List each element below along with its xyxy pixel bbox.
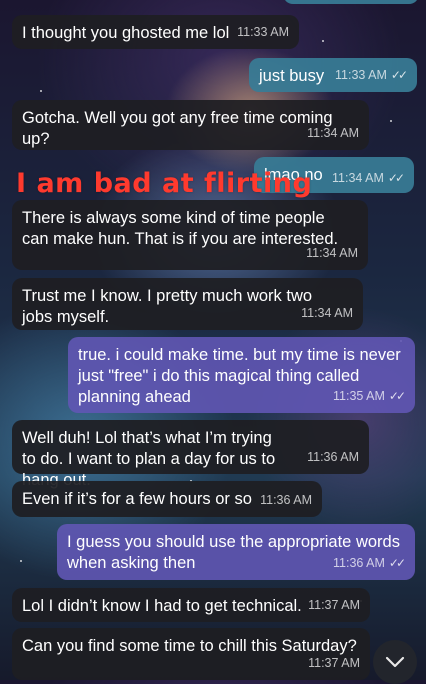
scroll-to-bottom-button[interactable] <box>373 640 417 684</box>
message-text: Even if it’s for a few hours or so <box>22 490 252 508</box>
message-time: 11:36 AM <box>260 493 312 507</box>
message-text: just busy <box>259 67 325 85</box>
message-time: 11:34 AM <box>332 171 384 185</box>
message-time: 11:35 AM <box>333 389 385 403</box>
chevron-down-icon <box>385 656 405 668</box>
message-time: 11:34 AM <box>301 306 353 320</box>
message-text: Can you find some time to chill this Sat… <box>22 637 357 655</box>
message-time: 11:36 AM <box>307 450 359 464</box>
message-text: Well duh! Lol that’s what I’m trying to … <box>22 429 276 489</box>
overlay-caption: I am bad at flirting <box>16 168 313 199</box>
message-time: 11:37 AM <box>308 656 360 670</box>
message-time: 11:34 AM <box>307 126 359 140</box>
message-time: 11:34 AM <box>306 246 358 260</box>
double-check-icon: ✓✓ <box>387 171 405 185</box>
incoming-message: Well duh! Lol that’s what I’m trying to … <box>12 420 369 489</box>
double-check-icon: ✓✓ <box>390 68 408 82</box>
incoming-message: Can you find some time to chill this Sat… <box>12 628 370 680</box>
message-text: There is always some kind of time people… <box>22 209 339 248</box>
incoming-message: Lol I didn’t know I had to get technical… <box>12 588 370 622</box>
message-text: Gotcha. Well you got any free time comin… <box>22 109 333 148</box>
incoming-message: Trust me I know. I pretty much work two … <box>12 278 363 330</box>
incoming-message: Gotcha. Well you got any free time comin… <box>12 100 369 150</box>
double-check-icon: ✓✓ <box>388 389 406 403</box>
message-time: 11:36 AM <box>333 556 385 570</box>
outgoing-message: true. i could make time. but my time is … <box>68 337 415 413</box>
message-text: Lol I didn’t know I had to get technical… <box>22 597 302 615</box>
outgoing-message-partial <box>283 0 419 4</box>
incoming-message: Even if it’s for a few hours or so 11:36… <box>12 481 322 517</box>
message-time: 11:37 AM <box>308 598 360 612</box>
message-time: 11:33 AM <box>237 25 289 39</box>
double-check-icon: ✓✓ <box>388 556 406 570</box>
message-text: I thought you ghosted me lol <box>22 24 230 42</box>
incoming-message: I thought you ghosted me lol 11:33 AM <box>12 15 299 49</box>
outgoing-message: just busy 11:33 AM ✓✓ <box>249 58 417 92</box>
incoming-message: There is always some kind of time people… <box>12 200 368 270</box>
message-time: 11:33 AM <box>335 68 387 82</box>
outgoing-message: I guess you should use the appropriate w… <box>57 524 415 580</box>
message-text: Trust me I know. I pretty much work two … <box>22 287 313 326</box>
